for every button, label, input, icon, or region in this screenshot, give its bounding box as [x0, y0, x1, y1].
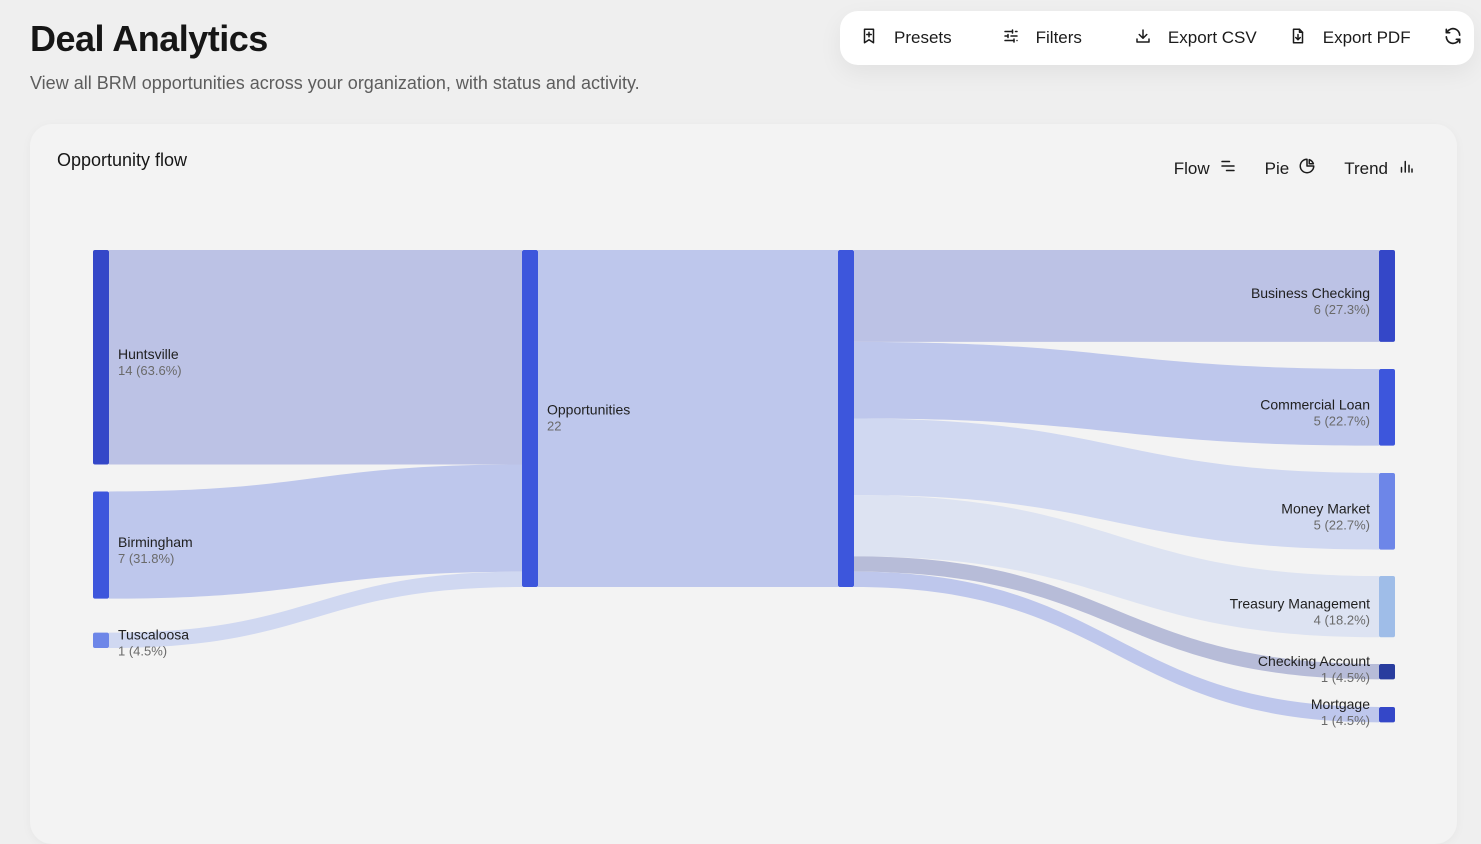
sankey-chart: Huntsville14 (63.6%) Birmingham7 (31.8%) T… [93, 250, 1395, 728]
node-birmingham[interactable] [93, 491, 109, 599]
node-value-tuscaloosa: 1 (4.5%) [118, 644, 167, 659]
node-value-checking-account: 1 (4.5%) [1321, 670, 1370, 685]
node-huntsville[interactable] [93, 250, 109, 465]
node-label-mortgage: Mortgage [1311, 696, 1370, 712]
node-business-checking[interactable] [1379, 250, 1395, 342]
node-commercial-loan[interactable] [1379, 369, 1395, 446]
node-label-checking-account: Checking Account [1258, 653, 1370, 669]
node-label-business-checking: Business Checking [1251, 285, 1370, 301]
node-value-opportunities: 22 [547, 419, 561, 434]
node-value-money-market: 5 (22.7%) [1314, 517, 1370, 532]
node-money-market[interactable] [1379, 473, 1395, 550]
node-label-birmingham: Birmingham [118, 534, 193, 550]
node-mortgage[interactable] [1379, 707, 1395, 723]
node-label-commercial-loan: Commercial Loan [1260, 396, 1370, 412]
node-label-money-market: Money Market [1281, 500, 1370, 516]
node-value-mortgage: 1 (4.5%) [1321, 713, 1370, 728]
node-label-huntsville: Huntsville [118, 346, 179, 362]
node-treasury-management[interactable] [1379, 576, 1395, 638]
node-value-birmingham: 7 (31.8%) [118, 551, 174, 566]
node-value-commercial-loan: 5 (22.7%) [1314, 413, 1370, 428]
node-opportunities-out[interactable] [838, 250, 854, 587]
node-label-tuscaloosa: Tuscaloosa [118, 627, 189, 643]
node-label-opportunities: Opportunities [547, 402, 630, 418]
node-value-business-checking: 6 (27.3%) [1314, 302, 1370, 317]
node-label-treasury-management: Treasury Management [1230, 596, 1370, 612]
node-value-huntsville: 14 (63.6%) [118, 363, 182, 378]
node-tuscaloosa[interactable] [93, 632, 109, 648]
node-opportunities[interactable] [522, 250, 538, 587]
center-band [538, 250, 838, 587]
node-value-treasury-management: 4 (18.2%) [1314, 613, 1370, 628]
node-checking-account[interactable] [1379, 664, 1395, 680]
